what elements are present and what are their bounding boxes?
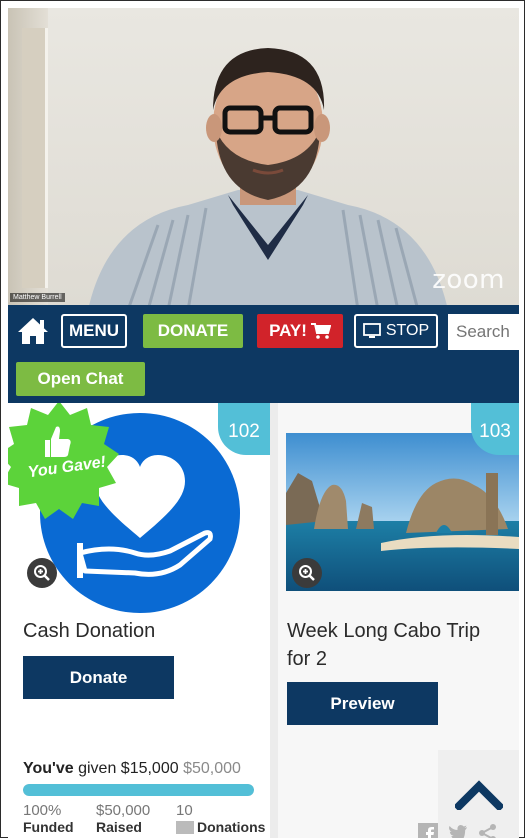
item-number-badge: 102 — [218, 403, 270, 455]
chevron-up-icon — [454, 779, 503, 810]
door-frame — [22, 28, 48, 288]
cart-icon — [310, 323, 331, 339]
pay-button[interactable]: PAY! — [257, 314, 343, 348]
zoom-in-button[interactable] — [292, 558, 322, 588]
donate-nav-button[interactable]: DONATE — [143, 314, 243, 348]
zoom-logo: zoom — [432, 265, 505, 295]
goal-amount: $50,000 — [183, 760, 241, 777]
pay-label: PAY! — [269, 321, 307, 340]
video-feed: Matthew Burrell zoom — [8, 8, 519, 305]
item-card-102[interactable]: You Gave! 102 Cash Donation Donate You'v… — [8, 403, 270, 838]
item-title[interactable]: Cash Donation — [23, 617, 253, 645]
nav-row: MENU DONATE PAY! STOP — [8, 312, 519, 350]
donate-button[interactable]: Donate — [23, 656, 174, 699]
stat-label: Funded — [23, 819, 74, 835]
preview-button[interactable]: Preview — [287, 682, 438, 725]
stat-value: $50,000 — [96, 802, 151, 819]
stat-funded: 100% Funded — [23, 802, 74, 836]
menu-button[interactable]: MENU — [61, 314, 127, 348]
stat-value: 10 — [176, 802, 193, 819]
items-grid: You Gave! 102 Cash Donation Donate You'v… — [8, 403, 519, 838]
card-divider — [270, 403, 278, 838]
home-icon — [18, 318, 48, 344]
stat-donations: 10 Donations — [176, 803, 265, 835]
search-input[interactable] — [448, 314, 519, 350]
stat-label: Donations — [197, 819, 266, 835]
stat-label: Raised — [96, 819, 142, 835]
stat-label-row: Donations — [176, 819, 265, 835]
facebook-icon — [176, 821, 194, 834]
stat-value: 100% — [23, 802, 62, 819]
zoom-in-button[interactable] — [27, 558, 57, 588]
given-prefix: You've — [23, 760, 74, 777]
given-amount: given $15,000 — [78, 760, 179, 777]
facebook-icon[interactable] — [418, 823, 438, 838]
monitor-icon — [362, 323, 381, 338]
home-button[interactable] — [16, 316, 50, 346]
funding-progress-bar — [23, 784, 254, 796]
zoom-in-icon — [34, 565, 50, 581]
open-chat-button[interactable]: Open Chat — [16, 362, 145, 396]
zoom-in-icon — [299, 565, 315, 581]
stop-button[interactable]: STOP — [354, 314, 438, 348]
item-title[interactable]: Week Long Cabo Trip for 2 — [287, 617, 507, 673]
participant-name-tag: Matthew Burrell — [10, 293, 65, 302]
stat-raised: $50,000 Raised — [96, 802, 151, 836]
twitter-icon[interactable] — [448, 823, 468, 838]
share-icon[interactable] — [478, 823, 498, 838]
participant-video — [89, 48, 447, 305]
given-summary: You've given $15,000 $50,000 — [23, 760, 241, 778]
funding-progress-fill — [23, 784, 254, 796]
nav-bar: MENU DONATE PAY! STOP Open Chat — [8, 305, 519, 403]
share-row — [418, 823, 498, 838]
stop-label: STOP — [385, 322, 430, 339]
